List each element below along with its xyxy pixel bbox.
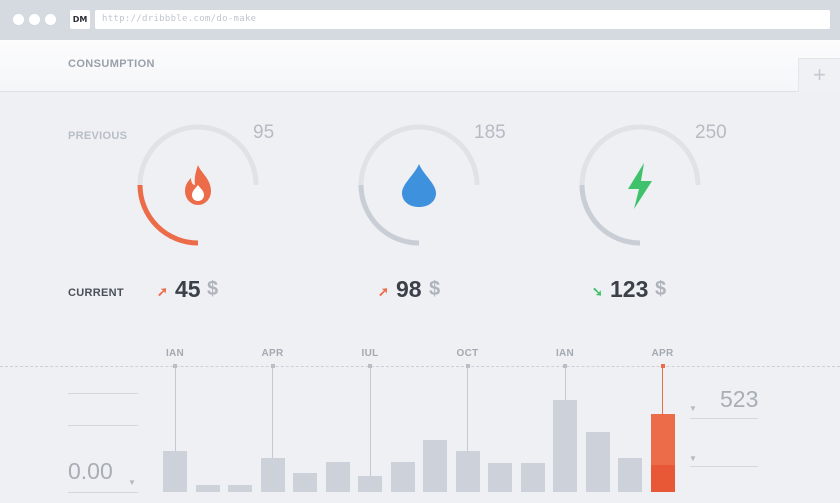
currency-unit: $ (655, 278, 667, 300)
page-header: CONSUMPTION + (0, 40, 840, 92)
water-drop-icon (399, 162, 439, 208)
address-bar[interactable]: http://dribbble.com/do-make (95, 10, 830, 29)
scale-line (68, 492, 138, 493)
lightning-icon (622, 161, 658, 211)
meter-heating[interactable] (128, 115, 268, 255)
month-guide-line (467, 368, 468, 451)
current-value: 45 (175, 276, 201, 302)
previous-label: PREVIOUS (68, 130, 128, 142)
bar[interactable] (195, 484, 220, 492)
month-guide-line (174, 368, 176, 451)
window-dot-minimize[interactable] (29, 14, 40, 25)
month-label: IUL (361, 348, 379, 359)
meter-electricity-previous: 250 (695, 122, 727, 143)
trend-up-icon: ➚ (157, 284, 168, 299)
left-value-readout: 0.00 (68, 458, 113, 484)
current-value: 123 (610, 276, 649, 302)
bar[interactable] (553, 400, 577, 492)
scale-line (690, 466, 758, 467)
right-value-readout: 523 (720, 386, 759, 412)
meter-water-current: ➚ 98 $ (378, 276, 458, 304)
site-favicon: DM (70, 10, 90, 29)
month-guide-line (564, 368, 566, 400)
window-dot-maximize[interactable] (45, 14, 56, 25)
month-label: APR (261, 348, 284, 359)
bar[interactable] (488, 462, 512, 492)
bar[interactable] (423, 439, 447, 492)
bar-highlighted[interactable] (650, 413, 675, 492)
meter-water[interactable] (349, 115, 489, 255)
current-label: CURRENT (68, 287, 124, 299)
scale-line (690, 418, 758, 419)
current-value: 98 (396, 276, 422, 302)
scale-line (68, 425, 138, 426)
bar[interactable] (358, 476, 382, 492)
bar[interactable] (260, 457, 285, 492)
bar-highlight-segment (650, 465, 675, 492)
window-dot-close[interactable] (13, 14, 24, 25)
bar[interactable] (455, 450, 480, 492)
dropdown-caret-icon[interactable]: ▼ (128, 478, 136, 487)
month-guide-line (272, 368, 273, 458)
bar[interactable] (520, 462, 545, 492)
month-guide-line (369, 368, 371, 477)
bar[interactable] (163, 450, 187, 492)
bar[interactable] (293, 472, 317, 492)
meter-heating-current: ➚ 45 $ (157, 276, 237, 304)
meter-heating-previous: 95 (253, 122, 275, 143)
bar[interactable] (325, 461, 350, 492)
month-label: APR (651, 348, 674, 359)
bar[interactable] (390, 461, 415, 492)
dropdown-caret-icon[interactable]: ▼ (689, 404, 697, 413)
meter-water-previous: 185 (474, 122, 506, 143)
month-label: IAN (555, 348, 575, 359)
meter-electricity[interactable] (570, 115, 710, 255)
month-label: IAN (165, 348, 185, 359)
browser-toolbar: DM http://dribbble.com/do-make (0, 0, 840, 40)
chart-baseline (0, 366, 840, 367)
currency-unit: $ (207, 278, 219, 300)
bar[interactable] (228, 484, 252, 492)
trend-down-icon: ➘ (592, 284, 603, 299)
scale-line (68, 393, 138, 394)
meter-electricity-current: ➘ 123 $ (592, 276, 682, 304)
month-label: OCT (456, 348, 479, 359)
flame-icon (177, 163, 219, 207)
month-guide-line (662, 368, 663, 414)
currency-unit: $ (429, 278, 441, 300)
bar[interactable] (618, 457, 642, 492)
add-button[interactable]: + (798, 58, 840, 92)
bar[interactable] (585, 432, 610, 492)
dropdown-caret-icon[interactable]: ▼ (689, 454, 697, 463)
trend-up-icon: ➚ (378, 284, 389, 299)
page-title: CONSUMPTION (68, 58, 155, 70)
